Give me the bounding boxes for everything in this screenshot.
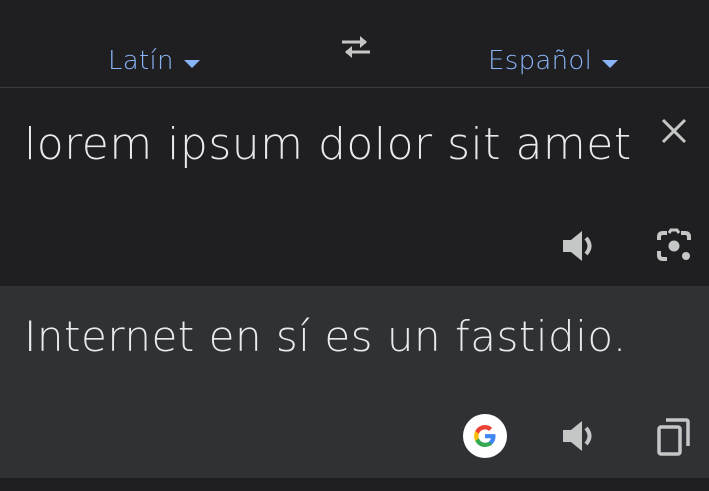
source-language-selector[interactable]: Latín <box>108 46 200 76</box>
caret-down-icon <box>602 60 619 68</box>
translation-output-panel: Internet en sí es un fastidio. <box>0 286 709 478</box>
target-language-selector[interactable]: Español <box>488 46 619 76</box>
bottom-divider <box>0 478 709 491</box>
copy-icon[interactable] <box>655 417 691 457</box>
source-text-input[interactable]: lorem ipsum dolor sit amet <box>24 119 632 170</box>
speaker-icon[interactable] <box>560 417 600 455</box>
translate-app: Latín Español lorem ipsum dolor sit amet <box>0 0 709 491</box>
swap-languages-icon[interactable] <box>338 32 374 62</box>
language-bar: Latín Español <box>0 0 709 88</box>
source-input-panel[interactable]: lorem ipsum dolor sit amet <box>0 89 709 286</box>
camera-icon[interactable] <box>654 227 694 265</box>
speaker-icon[interactable] <box>560 227 600 265</box>
source-language-label: Latín <box>108 46 174 76</box>
caret-down-icon <box>183 60 200 68</box>
google-logo-icon[interactable] <box>463 414 507 458</box>
close-icon[interactable] <box>658 115 690 147</box>
target-language-label: Español <box>488 46 593 76</box>
translation-text: Internet en sí es un fastidio. <box>24 312 627 361</box>
